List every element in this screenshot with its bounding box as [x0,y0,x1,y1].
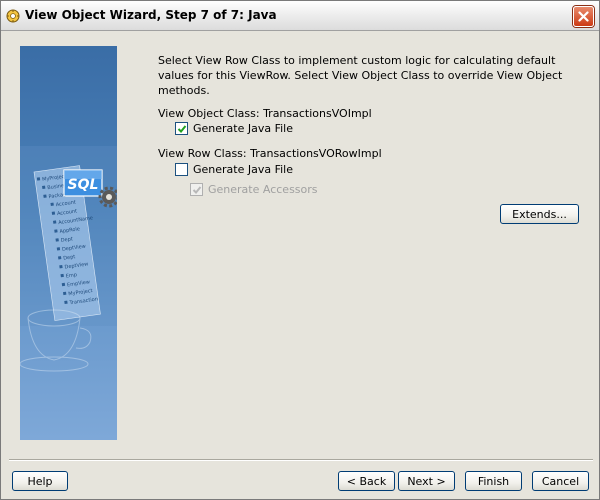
banner-tree-node-icon [51,211,56,215]
banner-tree-node-icon [57,256,62,260]
generate-accessors-checkbox [190,183,203,196]
banner-tree-node-icon [43,194,47,198]
finish-button[interactable]: Finish [465,471,522,491]
view-object-class-label: View Object Class: TransactionsVOImpl [158,107,372,120]
vo-generate-java-checkbox-row[interactable]: Generate Java File [175,122,293,135]
extends-button[interactable]: Extends... [500,204,579,224]
help-button[interactable]: Help [12,471,68,491]
banner-illustration: MyProjectBusinessPackageAccountAccountAc… [20,146,117,372]
banner-tree-node-icon [59,264,63,269]
vr-generate-java-checkbox-row[interactable]: Generate Java File [175,163,293,176]
banner-tree-node-icon [60,273,64,278]
wizard-window: View Object Wizard, Step 7 of 7: Java My… [0,0,600,500]
banner-tree-node-icon [61,282,66,287]
banner-tree-node-icon [64,300,68,305]
footer-separator [9,459,593,461]
generate-accessors-label: Generate Accessors [208,183,318,196]
banner-tree-node-icon [36,177,41,181]
banner-tree-node-icon [50,202,54,206]
window-title: View Object Wizard, Step 7 of 7: Java [25,8,277,22]
wizard-app-icon [6,9,20,23]
vo-generate-java-label: Generate Java File [193,122,294,135]
close-button[interactable] [573,6,594,27]
banner-tree-node-icon [42,185,46,189]
check-icon [192,185,201,194]
title-bar[interactable]: View Object Wizard, Step 7 of 7: Java [1,1,599,31]
next-button[interactable]: Next > [398,471,455,491]
banner-tree-node-icon [54,229,58,233]
banner-tree-node-icon [63,291,67,296]
generate-accessors-checkbox-row: Generate Accessors [190,183,318,196]
close-icon [578,11,589,22]
view-row-class-label: View Row Class: TransactionsVORowImpl [158,147,382,160]
banner-tree-node-icon [56,247,61,251]
vo-generate-java-checkbox[interactable] [175,122,188,135]
vr-generate-java-checkbox[interactable] [175,163,188,176]
back-button[interactable]: < Back [338,471,395,491]
banner-tree-node-icon [55,238,59,242]
vr-generate-java-label: Generate Java File [193,163,294,176]
sql-label: SQL [68,177,99,193]
wizard-banner-image: MyProject Business Package Account Account Ac… [20,46,117,440]
banner-tree-node-icon [52,220,57,224]
description-text: Select View Row Class to implement custo… [158,54,563,97]
check-icon [177,124,186,133]
cancel-button[interactable]: Cancel [532,471,589,491]
